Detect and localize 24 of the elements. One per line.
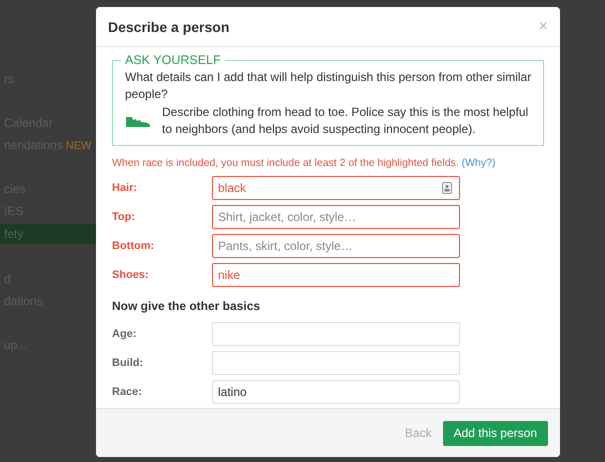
add-person-button[interactable]: Add this person <box>442 420 548 446</box>
close-button[interactable]: × <box>538 18 548 36</box>
field-label: Hair: <box>112 182 138 194</box>
contact-card-icon[interactable] <box>442 182 452 194</box>
shoe-icon <box>125 115 151 127</box>
back-button[interactable]: Back <box>404 426 432 440</box>
tip-question: What details can I add that will help distinguish this person from other similar people? <box>125 69 532 103</box>
warning-text: When race is included, you must include at least 2 of the highlighted fields. (Why?) <box>112 156 496 170</box>
input-field[interactable]: black <box>212 176 460 200</box>
section-heading: Now give the other basics <box>112 299 262 313</box>
input-field[interactable]: Pants, skirt, color, style… <box>212 234 460 258</box>
field-label: Top: <box>112 211 136 223</box>
field-label: Race: <box>112 386 143 398</box>
dialog-title: Describe a person <box>108 18 230 34</box>
field-label: Shoes: <box>112 269 150 281</box>
why-link[interactable]: (Why?) <box>462 157 496 169</box>
input-field[interactable]: Shirt, jacket, color, style… <box>212 205 460 229</box>
tip-hint: Describe clothing from head to toe. Police say this is the most helpful to neighbors (and helps avoid suspecting innocent people). <box>162 104 530 138</box>
field-label: Bottom: <box>112 240 156 252</box>
input-field[interactable]: latino <box>212 380 460 404</box>
field-label: Build: <box>112 357 144 369</box>
field-label: Age: <box>112 328 138 340</box>
input-field[interactable]: nike <box>212 263 460 287</box>
tip-legend: ASK YOURSELF <box>121 53 225 67</box>
